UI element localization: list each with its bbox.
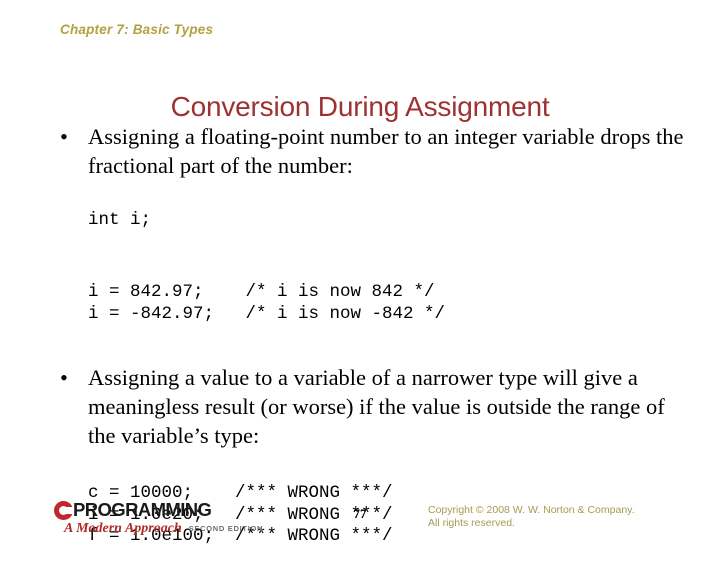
copyright-line-1: Copyright © 2008 W. W. Norton & Company.: [428, 504, 635, 516]
copyright-line-2: All rights reserved.: [428, 517, 515, 529]
code-block-declaration: int i;: [88, 209, 152, 230]
code-line: i = 842.97; /* i is now 842 */: [88, 282, 435, 302]
logo-subtitle: A Modern Approach: [64, 521, 182, 536]
chapter-header: Chapter 7: Basic Types: [60, 22, 214, 37]
code-line: i = -842.97; /* i is now -842 */: [88, 303, 446, 324]
bullet-item: • Assigning a value to a variable of a n…: [0, 363, 720, 450]
bullet-marker: •: [60, 364, 68, 390]
slide: Chapter 7: Basic Types Conversion During…: [0, 0, 720, 546]
logo-wordmark: PROGRAMMING: [73, 499, 212, 520]
bullet-marker: •: [60, 124, 68, 149]
bullet-item: • Assigning a floating-point number to a…: [0, 122, 720, 180]
code-block-assignments: i = 842.97; /* i is now 842 */ i = -842.…: [88, 282, 720, 325]
slide-footer: PROGRAMMING A Modern Approach SECOND EDIT…: [0, 497, 720, 540]
page-title: Conversion During Assignment: [170, 90, 550, 122]
copyright-notice: Copyright © 2008 W. W. Norton & Company.…: [428, 504, 635, 530]
bullet-text: Assigning a value to a variable of a nar…: [88, 364, 665, 448]
logo-edition: SECOND EDITION: [188, 524, 264, 533]
letter-c-icon: [54, 501, 74, 520]
page-number: 77: [353, 506, 367, 521]
logo-title-row: PROGRAMMING: [54, 499, 212, 520]
bullet-text: Assigning a floating-point number to an …: [88, 124, 684, 178]
book-logo: PROGRAMMING A Modern Approach SECOND EDIT…: [54, 499, 284, 539]
logo-subtitle-row: A Modern Approach SECOND EDITION: [64, 519, 263, 537]
